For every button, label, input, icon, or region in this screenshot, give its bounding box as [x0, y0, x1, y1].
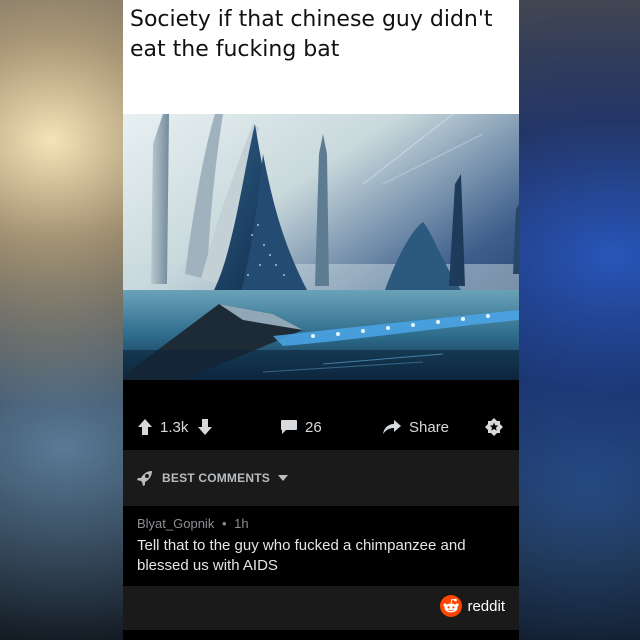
comment-sort-label: BEST COMMENTS [162, 471, 270, 485]
comment-meta: Blyat_Gopnik • 1h [137, 516, 249, 531]
share-label: Share [409, 418, 450, 436]
top-comment[interactable]: Blyat_Gopnik • 1h Tell that to the guy w… [123, 506, 519, 586]
post-action-bar: 1.3k 26 Share [123, 380, 519, 450]
comment-age: 1h [234, 516, 249, 531]
reddit-footer: reddit [123, 586, 519, 630]
award-button[interactable] [485, 416, 503, 438]
post-card: Society if that chinese guy didn't eat t… [123, 0, 519, 640]
share-button[interactable]: Share [383, 416, 449, 438]
post-title-area: Society if that chinese guy didn't eat t… [123, 0, 519, 114]
downvote-arrow-icon[interactable] [198, 419, 213, 435]
vote-group: 1.3k [138, 416, 213, 438]
post-title: Society if that chinese guy didn't eat t… [130, 7, 493, 62]
comments-button[interactable]: 26 [281, 416, 322, 438]
comment-sort-selector[interactable]: BEST COMMENTS [137, 470, 288, 486]
upvote-arrow-icon[interactable] [138, 419, 152, 435]
comment-sort-bar[interactable]: BEST COMMENTS [123, 450, 519, 506]
futuristic-city-image [123, 114, 519, 380]
reddit-wordmark: reddit [467, 597, 505, 615]
reddit-brand: reddit [440, 595, 505, 617]
upvote-count: 1.3k [160, 418, 189, 436]
meta-separator: • [221, 516, 227, 531]
rocket-icon [137, 471, 152, 486]
comment-body: Tell that to the guy who fucked a chimpa… [137, 537, 466, 574]
reddit-logo-icon [440, 595, 463, 617]
comment-bubble-icon [281, 420, 297, 434]
award-icon [485, 418, 503, 436]
comment-count: 26 [305, 418, 322, 436]
comment-author[interactable]: Blyat_Gopnik [137, 516, 214, 531]
share-arrow-icon [383, 420, 401, 434]
chevron-down-icon [277, 475, 288, 481]
post-image[interactable] [123, 114, 519, 380]
